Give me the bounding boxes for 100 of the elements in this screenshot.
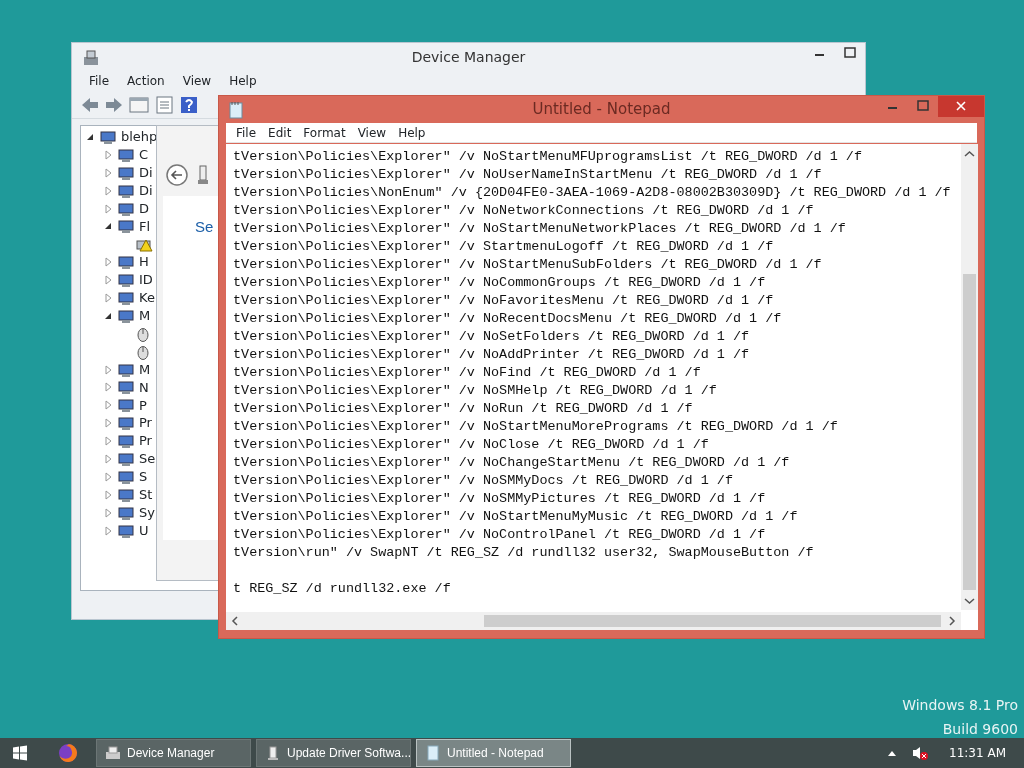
- text-line: tVersion\Policies\Explorer" /v StartmenuLogoff /t REG_DWORD /d 1 /f: [233, 238, 775, 256]
- collapse-icon[interactable]: [103, 221, 113, 232]
- menu-item[interactable]: Help: [392, 123, 432, 142]
- properties-icon[interactable]: [128, 95, 150, 114]
- edition-text: Windows 8.1 Pro: [902, 696, 1018, 715]
- device-icon: [117, 361, 135, 378]
- show-hidden-icon[interactable]: [887, 749, 898, 757]
- tree-item[interactable]: M: [139, 306, 151, 326]
- forward-icon[interactable]: [104, 95, 124, 114]
- expand-icon[interactable]: [103, 382, 113, 393]
- horizontal-scrollbar[interactable]: [226, 612, 961, 630]
- expand-icon[interactable]: [103, 507, 113, 518]
- expand-icon[interactable]: [103, 185, 113, 196]
- text-line: tVersion\Policies\Explorer" /v NoSMMyPictures /t REG_DWORD /d 1 /f: [233, 490, 767, 508]
- browser-icon[interactable]: [58, 743, 78, 763]
- expand-icon[interactable]: [103, 257, 113, 268]
- device-icon: [117, 397, 135, 414]
- device-icon: [117, 486, 135, 503]
- window-title: Device Manager: [411, 47, 526, 67]
- device-icon: [197, 164, 209, 186]
- tree-item[interactable]: C: [139, 145, 149, 165]
- tree-item[interactable]: H: [139, 252, 149, 272]
- device-icon: [117, 182, 135, 199]
- tree-item[interactable]: Sy: [139, 502, 155, 523]
- expand-icon[interactable]: [103, 418, 113, 429]
- text-line: tVersion\Policies\Explorer" /v NoStartMenuMyMusic /t REG_DWORD /d 1 /f: [233, 508, 799, 526]
- menu-item[interactable]: File: [230, 123, 263, 142]
- device-icon: [117, 415, 135, 432]
- expand-icon[interactable]: [103, 453, 113, 464]
- tree-item[interactable]: Di: [139, 180, 153, 201]
- expand-icon[interactable]: [103, 525, 113, 536]
- tree-item[interactable]: Pr: [139, 413, 152, 433]
- notepad-icon: [228, 101, 244, 119]
- tree-item[interactable]: St: [139, 485, 153, 505]
- menu-item[interactable]: File: [80, 72, 119, 90]
- text-line: tVersion\Policies\Explorer" /v NoStartMenuMorePrograms /t REG_DWORD /d 1 /f: [233, 418, 839, 436]
- help-icon[interactable]: [180, 95, 198, 114]
- menu-item[interactable]: Format: [297, 123, 352, 142]
- device-icon: [117, 450, 135, 467]
- text-line: tVersion\Policies\Explorer" /v NoChangeStartMenu /t REG_DWORD /d 1 /f: [233, 454, 791, 472]
- text-line: tVersion\run" /v SwapNT /t REG_SZ /d rundll32 user32, SwapMouseButton /f: [233, 544, 815, 562]
- expand-icon[interactable]: [103, 149, 113, 160]
- expand-icon[interactable]: [103, 400, 113, 411]
- expand-icon[interactable]: [103, 275, 113, 286]
- dialog-heading: Se: [195, 217, 214, 237]
- back-icon[interactable]: [165, 163, 189, 187]
- text-line: tVersion\Policies\Explorer" /v NoAddPrinter /t REG_DWORD /d 1 /f: [233, 346, 751, 364]
- device-icon: [117, 164, 135, 181]
- tree-item[interactable]: P: [139, 395, 147, 416]
- tree-item[interactable]: N: [139, 377, 149, 398]
- tree-item[interactable]: Di: [139, 163, 153, 183]
- muted-speaker-icon[interactable]: [911, 745, 930, 761]
- clock[interactable]: 11:31 AM: [949, 744, 1006, 762]
- tree-item[interactable]: ID: [139, 270, 153, 290]
- taskbar-button[interactable]: Untitled - Notepad: [416, 739, 571, 767]
- vertical-scrollbar[interactable]: [961, 144, 978, 610]
- tree-item[interactable]: D: [139, 198, 149, 219]
- device-icon: [117, 218, 135, 235]
- menu-item[interactable]: Edit: [262, 123, 298, 142]
- menu-item[interactable]: View: [351, 123, 393, 142]
- taskbar-button[interactable]: Device Manager: [96, 739, 251, 767]
- text-line: tVersion\Policies\Explorer" /v NoStartMenuNetworkPlaces /t REG_DWORD /d 1 /f: [233, 220, 847, 238]
- window-title: Untitled - Notepad: [532, 99, 671, 121]
- menu-item[interactable]: View: [173, 72, 221, 90]
- expand-icon[interactable]: [103, 489, 113, 500]
- menu-item[interactable]: Help: [220, 72, 266, 90]
- device-icon: [117, 379, 135, 396]
- device-icon: [99, 128, 117, 145]
- tree-item[interactable]: Ke: [139, 288, 155, 308]
- text-line: tVersion\Policies\Explorer" /v NoUserNameInStartMenu /t REG_DWORD /d 1 /f: [233, 166, 823, 184]
- tree-item[interactable]: Pr: [139, 431, 152, 451]
- text-line: tVersion\Policies\Explorer" /v NoCommonGroups /t REG_DWORD /d 1 /f: [233, 274, 767, 292]
- text-line: tVersion\Policies\Explorer" /v NoFind /t REG_DWORD /d 1 /f: [233, 364, 702, 382]
- tree-item[interactable]: M: [139, 359, 151, 380]
- tree-item[interactable]: U: [139, 520, 149, 541]
- device-icon: [117, 254, 135, 271]
- device-icon: [117, 289, 135, 306]
- device-icon: [117, 146, 135, 163]
- back-icon[interactable]: [80, 95, 100, 114]
- device-icon: [117, 272, 135, 289]
- expand-icon[interactable]: [103, 436, 113, 447]
- expand-icon[interactable]: [103, 167, 113, 178]
- windows-start-icon[interactable]: [12, 745, 28, 761]
- text-line: tVersion\Policies\Explorer" /v NoStartMenuSubFolders /t REG_DWORD /d 1 /f: [233, 256, 823, 274]
- text-line: tVersion\Policies\Explorer" /v NoNetworkConnections /t REG_DWORD /d 1 /f: [233, 202, 815, 220]
- expand-icon[interactable]: [103, 471, 113, 482]
- device-icon: [117, 468, 135, 485]
- menu-item[interactable]: Action: [118, 72, 174, 90]
- computer-icon: [82, 49, 100, 67]
- tree-item[interactable]: Se: [139, 449, 156, 469]
- tree-item[interactable]: S: [139, 467, 148, 487]
- taskbar-button[interactable]: Update Driver Softwa...: [256, 739, 411, 767]
- expand-icon[interactable]: [103, 364, 113, 375]
- tree-item[interactable]: Fl: [139, 216, 151, 237]
- close-button[interactable]: [938, 96, 984, 117]
- tree-item[interactable]: blehp: [121, 127, 158, 147]
- expand-icon[interactable]: [103, 203, 113, 214]
- text-line: tVersion\Policies\Explorer" /v NoFavoritesMenu /t REG_DWORD /d 1 /f: [233, 292, 775, 310]
- expand-icon[interactable]: [103, 292, 113, 303]
- device-icon: [117, 522, 135, 539]
